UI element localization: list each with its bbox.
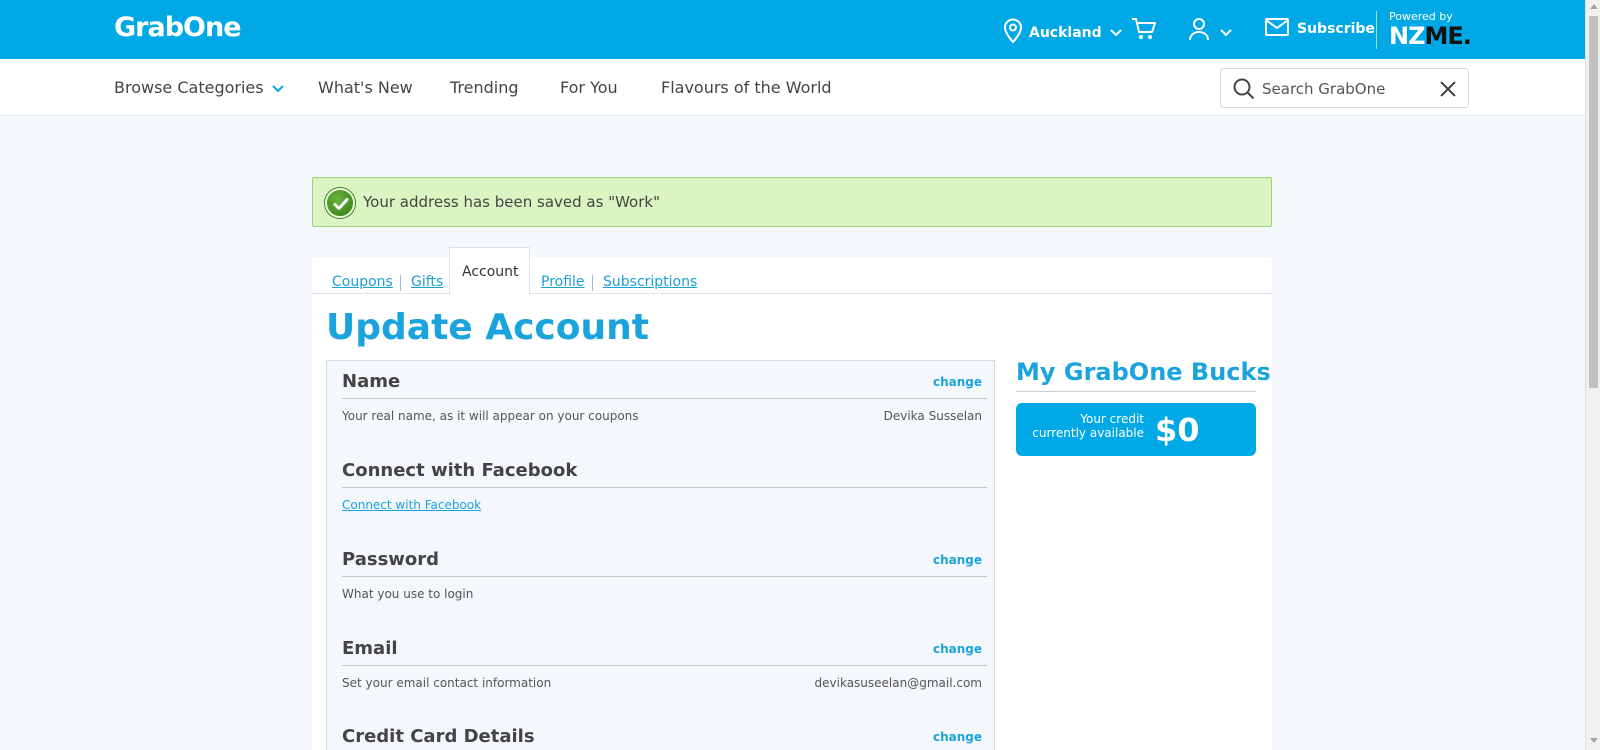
account-panel: Coupons Gifts Account Profile Subscripti… xyxy=(312,247,1272,750)
search-input[interactable] xyxy=(1262,77,1432,101)
nav-flavours-of-the-world[interactable]: Flavours of the World xyxy=(661,78,832,97)
tab-separator xyxy=(592,275,593,291)
change-password-link[interactable]: change xyxy=(933,553,982,567)
tab-account[interactable]: Account xyxy=(449,247,530,295)
scrollbar-thumb[interactable] xyxy=(1589,16,1598,388)
nav-for-you[interactable]: For You xyxy=(560,78,618,97)
location-pin-icon xyxy=(1003,18,1029,48)
section-description: What you use to login xyxy=(342,587,474,601)
cart-icon[interactable] xyxy=(1131,17,1157,45)
nzme-logo[interactable]: NZME. xyxy=(1389,22,1472,50)
nav-browse-categories[interactable]: Browse Categories xyxy=(114,78,284,97)
search-box xyxy=(1220,68,1469,108)
header-divider xyxy=(1376,11,1377,49)
section-description: Set your email contact information xyxy=(342,676,552,690)
checkmark-icon xyxy=(325,188,355,218)
scroll-up-arrow-icon[interactable] xyxy=(1590,4,1598,9)
section-title: Password xyxy=(342,549,440,570)
account-details: Name change Your real name, as it will a… xyxy=(326,360,995,750)
section-title: Credit Card Details xyxy=(342,726,535,747)
section-description: Your real name, as it will appear on you… xyxy=(342,409,639,423)
success-alert: Your address has been saved as "Work" xyxy=(312,177,1272,227)
bucks-divider xyxy=(1016,391,1256,392)
email-value: devikasuseelan@gmail.com xyxy=(814,676,982,690)
mail-icon xyxy=(1265,18,1297,40)
account-tabs: Coupons Gifts Account Profile Subscripti… xyxy=(312,247,1272,295)
location-label: Auckland xyxy=(1029,25,1102,41)
section-divider xyxy=(342,398,987,399)
tab-profile[interactable]: Profile xyxy=(541,274,585,290)
chevron-down-icon xyxy=(1220,22,1232,41)
nav-trending[interactable]: Trending xyxy=(450,78,519,97)
section-divider xyxy=(342,665,987,666)
section-title: Connect with Facebook xyxy=(342,460,578,481)
account-menu[interactable] xyxy=(1188,17,1232,45)
alert-message: Your address has been saved as "Work" xyxy=(363,193,660,211)
chevron-down-icon xyxy=(1109,25,1128,41)
tab-separator xyxy=(400,275,401,291)
grabone-logo[interactable]: GrabOne xyxy=(114,12,242,43)
credit-amount: $0 xyxy=(1155,411,1200,449)
section-title: Email xyxy=(342,638,398,659)
credit-balance-card: Your credit currently available $0 xyxy=(1016,403,1256,456)
tab-coupons[interactable]: Coupons xyxy=(332,274,393,290)
section-divider xyxy=(342,487,987,488)
change-name-link[interactable]: change xyxy=(933,375,982,389)
user-icon xyxy=(1188,17,1210,45)
credit-label: Your credit currently available xyxy=(1032,412,1144,440)
change-card-link[interactable]: change xyxy=(933,730,982,744)
scroll-down-arrow-icon[interactable] xyxy=(1590,738,1598,743)
subscribe-button[interactable]: Subscribe xyxy=(1265,18,1375,40)
location-selector[interactable]: Auckland xyxy=(1003,18,1128,48)
close-icon[interactable] xyxy=(1439,80,1457,102)
change-email-link[interactable]: change xyxy=(933,642,982,656)
subscribe-label: Subscribe xyxy=(1297,21,1375,37)
section-title: Name xyxy=(342,371,401,392)
chevron-down-icon xyxy=(271,78,284,97)
page-scrollbar[interactable] xyxy=(1585,0,1600,750)
page-title: Update Account xyxy=(326,307,649,348)
top-bar: GrabOne Auckland Subscribe Powered by NZ… xyxy=(0,0,1585,59)
category-nav: Browse Categories What's New Trending Fo… xyxy=(0,59,1585,116)
grabone-bucks-title: My GrabOne Bucks xyxy=(1016,358,1271,386)
connect-facebook-link[interactable]: Connect with Facebook xyxy=(342,498,481,512)
name-value: Devika Susselan xyxy=(883,409,982,423)
tab-subscriptions[interactable]: Subscriptions xyxy=(603,274,697,290)
search-icon[interactable] xyxy=(1233,78,1255,104)
nav-whats-new[interactable]: What's New xyxy=(318,78,413,97)
section-divider xyxy=(342,576,987,577)
tab-gifts[interactable]: Gifts xyxy=(411,274,443,290)
